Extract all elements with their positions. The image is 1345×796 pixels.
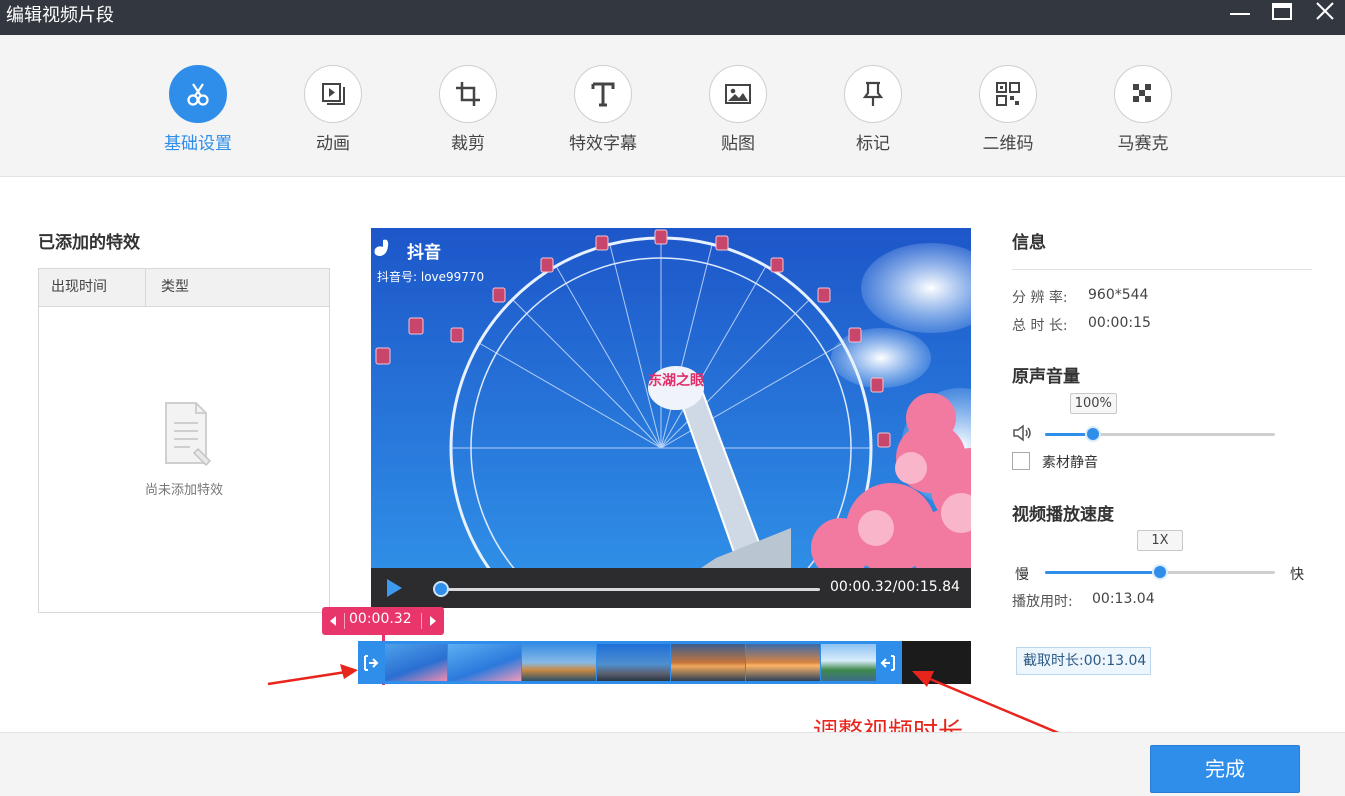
close-button[interactable] xyxy=(1307,0,1343,30)
marker-divider xyxy=(344,613,345,629)
thumbnail xyxy=(448,644,521,681)
speed-title: 视频播放速度 xyxy=(1012,505,1114,525)
sign-text: 东湖之眼 xyxy=(648,372,704,389)
tool-label: 特效字幕 xyxy=(569,134,637,154)
footer-bar xyxy=(0,732,1345,796)
video-progress-track[interactable] xyxy=(437,588,820,591)
video-control-bar: 00:00.32/00:15.84 xyxy=(371,568,971,608)
tool-bar: 基础设置 动画 裁剪 特效字幕 贴图 标记 二维码 马赛克 xyxy=(0,35,1345,177)
marker-left-arrow-icon[interactable] xyxy=(326,607,340,635)
tool-label: 动画 xyxy=(316,134,350,154)
tool-label: 二维码 xyxy=(982,134,1034,154)
marker-time: 00:00.32 xyxy=(349,611,412,627)
play-time-value: 00:13.04 xyxy=(1092,591,1155,607)
volume-value-tip: 100% xyxy=(1069,393,1117,414)
annotation-arrow-left xyxy=(267,664,358,686)
thumbnail xyxy=(821,644,876,681)
text-icon xyxy=(574,65,632,123)
effects-title: 已添加的特效 xyxy=(38,233,140,253)
timeline-strip[interactable] xyxy=(358,641,971,684)
play-time-label: 播放用时: xyxy=(1012,594,1073,610)
tool-sticker[interactable]: 贴图 xyxy=(678,65,798,154)
close-icon xyxy=(1316,2,1334,20)
timeline-selection xyxy=(358,641,902,684)
mosaic-icon xyxy=(1114,65,1172,123)
info-divider xyxy=(1012,269,1312,270)
speaker-icon[interactable] xyxy=(1012,424,1034,442)
animation-icon xyxy=(304,65,362,123)
tool-label: 标记 xyxy=(856,134,890,154)
image-icon xyxy=(709,65,767,123)
tool-label: 基础设置 xyxy=(164,134,232,154)
video-frame: 东湖之眼 抖音 抖音号: love99770 xyxy=(371,228,971,568)
video-time-display: 00:00.32/00:15.84 xyxy=(830,579,960,595)
video-preview[interactable]: 东湖之眼 抖音 抖音号: love99770 xyxy=(371,228,971,568)
info-title: 信息 xyxy=(1012,233,1046,253)
tool-crop[interactable]: 裁剪 xyxy=(408,65,528,154)
tool-animation[interactable]: 动画 xyxy=(273,65,393,154)
timeline-marker[interactable]: 00:00.32 xyxy=(322,607,444,635)
volume-slider-knob[interactable] xyxy=(1085,426,1102,442)
effects-table[interactable]: 出现时间 类型 尚未添加特效 xyxy=(38,268,330,613)
speed-slow-label: 慢 xyxy=(1015,567,1029,583)
thumbnail xyxy=(597,644,670,681)
tool-label: 马赛克 xyxy=(1117,134,1169,154)
thumbnail xyxy=(746,644,820,681)
done-button[interactable]: 完成 xyxy=(1150,745,1300,793)
effects-empty-text: 尚未添加特效 xyxy=(144,483,223,498)
watermark-id: 抖音号: love99770 xyxy=(377,269,484,284)
speed-fast-label: 快 xyxy=(1290,567,1304,583)
play-icon xyxy=(387,579,402,597)
mute-label: 素材静音 xyxy=(1042,455,1098,471)
thumbnail xyxy=(671,644,745,681)
maximize-icon xyxy=(1272,3,1292,20)
thumbnail xyxy=(385,644,447,681)
watermark-brand: 抖音 xyxy=(407,242,441,263)
clip-duration-box: 截取时长:00:13.04 xyxy=(1016,647,1151,675)
tool-mosaic[interactable]: 马赛克 xyxy=(1083,65,1203,154)
play-button[interactable] xyxy=(381,576,405,600)
crop-icon xyxy=(439,65,497,123)
timeline-end-handle[interactable] xyxy=(878,649,898,676)
column-header-type: 类型 xyxy=(161,279,189,295)
title-bar: 编辑视频片段 xyxy=(0,0,1345,35)
tool-text-effect[interactable]: 特效字幕 xyxy=(543,65,663,154)
effects-empty-state: 尚未添加特效 xyxy=(39,399,329,498)
tool-basic-settings[interactable]: 基础设置 xyxy=(138,65,258,154)
minimize-button[interactable] xyxy=(1222,0,1258,30)
tool-marker[interactable]: 标记 xyxy=(813,65,933,154)
scissors-icon xyxy=(169,65,227,123)
column-header-time: 出现时间 xyxy=(39,269,146,306)
tool-label: 贴图 xyxy=(721,134,755,154)
video-progress-knob[interactable] xyxy=(432,581,449,597)
mute-checkbox[interactable] xyxy=(1012,452,1030,470)
duration-value: 00:00:15 xyxy=(1088,315,1151,331)
maximize-button[interactable] xyxy=(1264,0,1300,30)
resolution-value: 960*544 xyxy=(1088,287,1149,303)
qrcode-icon xyxy=(979,65,1037,123)
window-title: 编辑视频片段 xyxy=(6,5,114,26)
speed-slider-knob[interactable] xyxy=(1152,564,1168,580)
minimize-icon xyxy=(1230,13,1250,15)
document-icon xyxy=(165,402,212,467)
marker-divider xyxy=(421,613,422,629)
effects-table-header: 出现时间 类型 xyxy=(39,269,329,307)
tool-qrcode[interactable]: 二维码 xyxy=(948,65,1068,154)
thumbnail xyxy=(522,644,596,681)
tool-label: 裁剪 xyxy=(451,134,485,154)
trim-end-icon xyxy=(880,654,895,671)
volume-title: 原声音量 xyxy=(1012,367,1080,387)
marker-right-arrow-icon[interactable] xyxy=(426,607,440,635)
resolution-label: 分 辨 率: xyxy=(1012,290,1068,306)
speed-value-tip: 1X xyxy=(1137,530,1183,551)
pin-icon xyxy=(844,65,902,123)
duration-label: 总 时 长: xyxy=(1012,318,1068,334)
speed-slider-fill xyxy=(1045,571,1160,574)
